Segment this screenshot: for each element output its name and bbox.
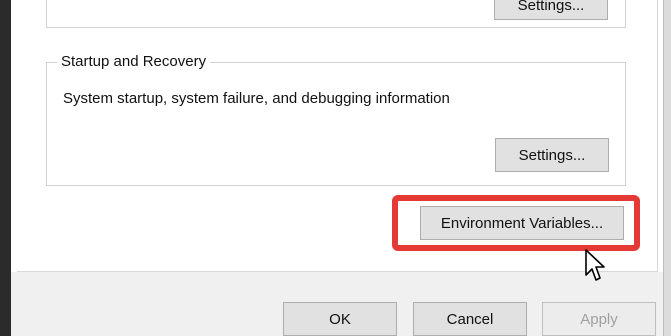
ok-label: OK [329,310,351,328]
system-properties-dialog: Settings... Startup and Recovery System … [0,0,671,336]
startup-recovery-description: System startup, system failure, and debu… [63,90,450,107]
ok-button[interactable]: OK [283,302,397,336]
apply-label: Apply [580,310,618,328]
cancel-label: Cancel [446,310,494,328]
previous-settings-label: Settings... [517,0,585,14]
window-border [0,0,11,336]
startup-recovery-settings-label: Settings... [518,146,586,164]
background-window-edge [663,0,671,336]
apply-button[interactable]: Apply [542,302,656,336]
startup-recovery-settings-button[interactable]: Settings... [495,138,609,172]
previous-settings-button[interactable]: Settings... [494,0,608,20]
startup-recovery-title: Startup and Recovery [57,53,211,70]
red-highlight-annotation [392,195,640,251]
cancel-button[interactable]: Cancel [413,302,527,336]
mouse-pointer-icon [585,249,605,281]
